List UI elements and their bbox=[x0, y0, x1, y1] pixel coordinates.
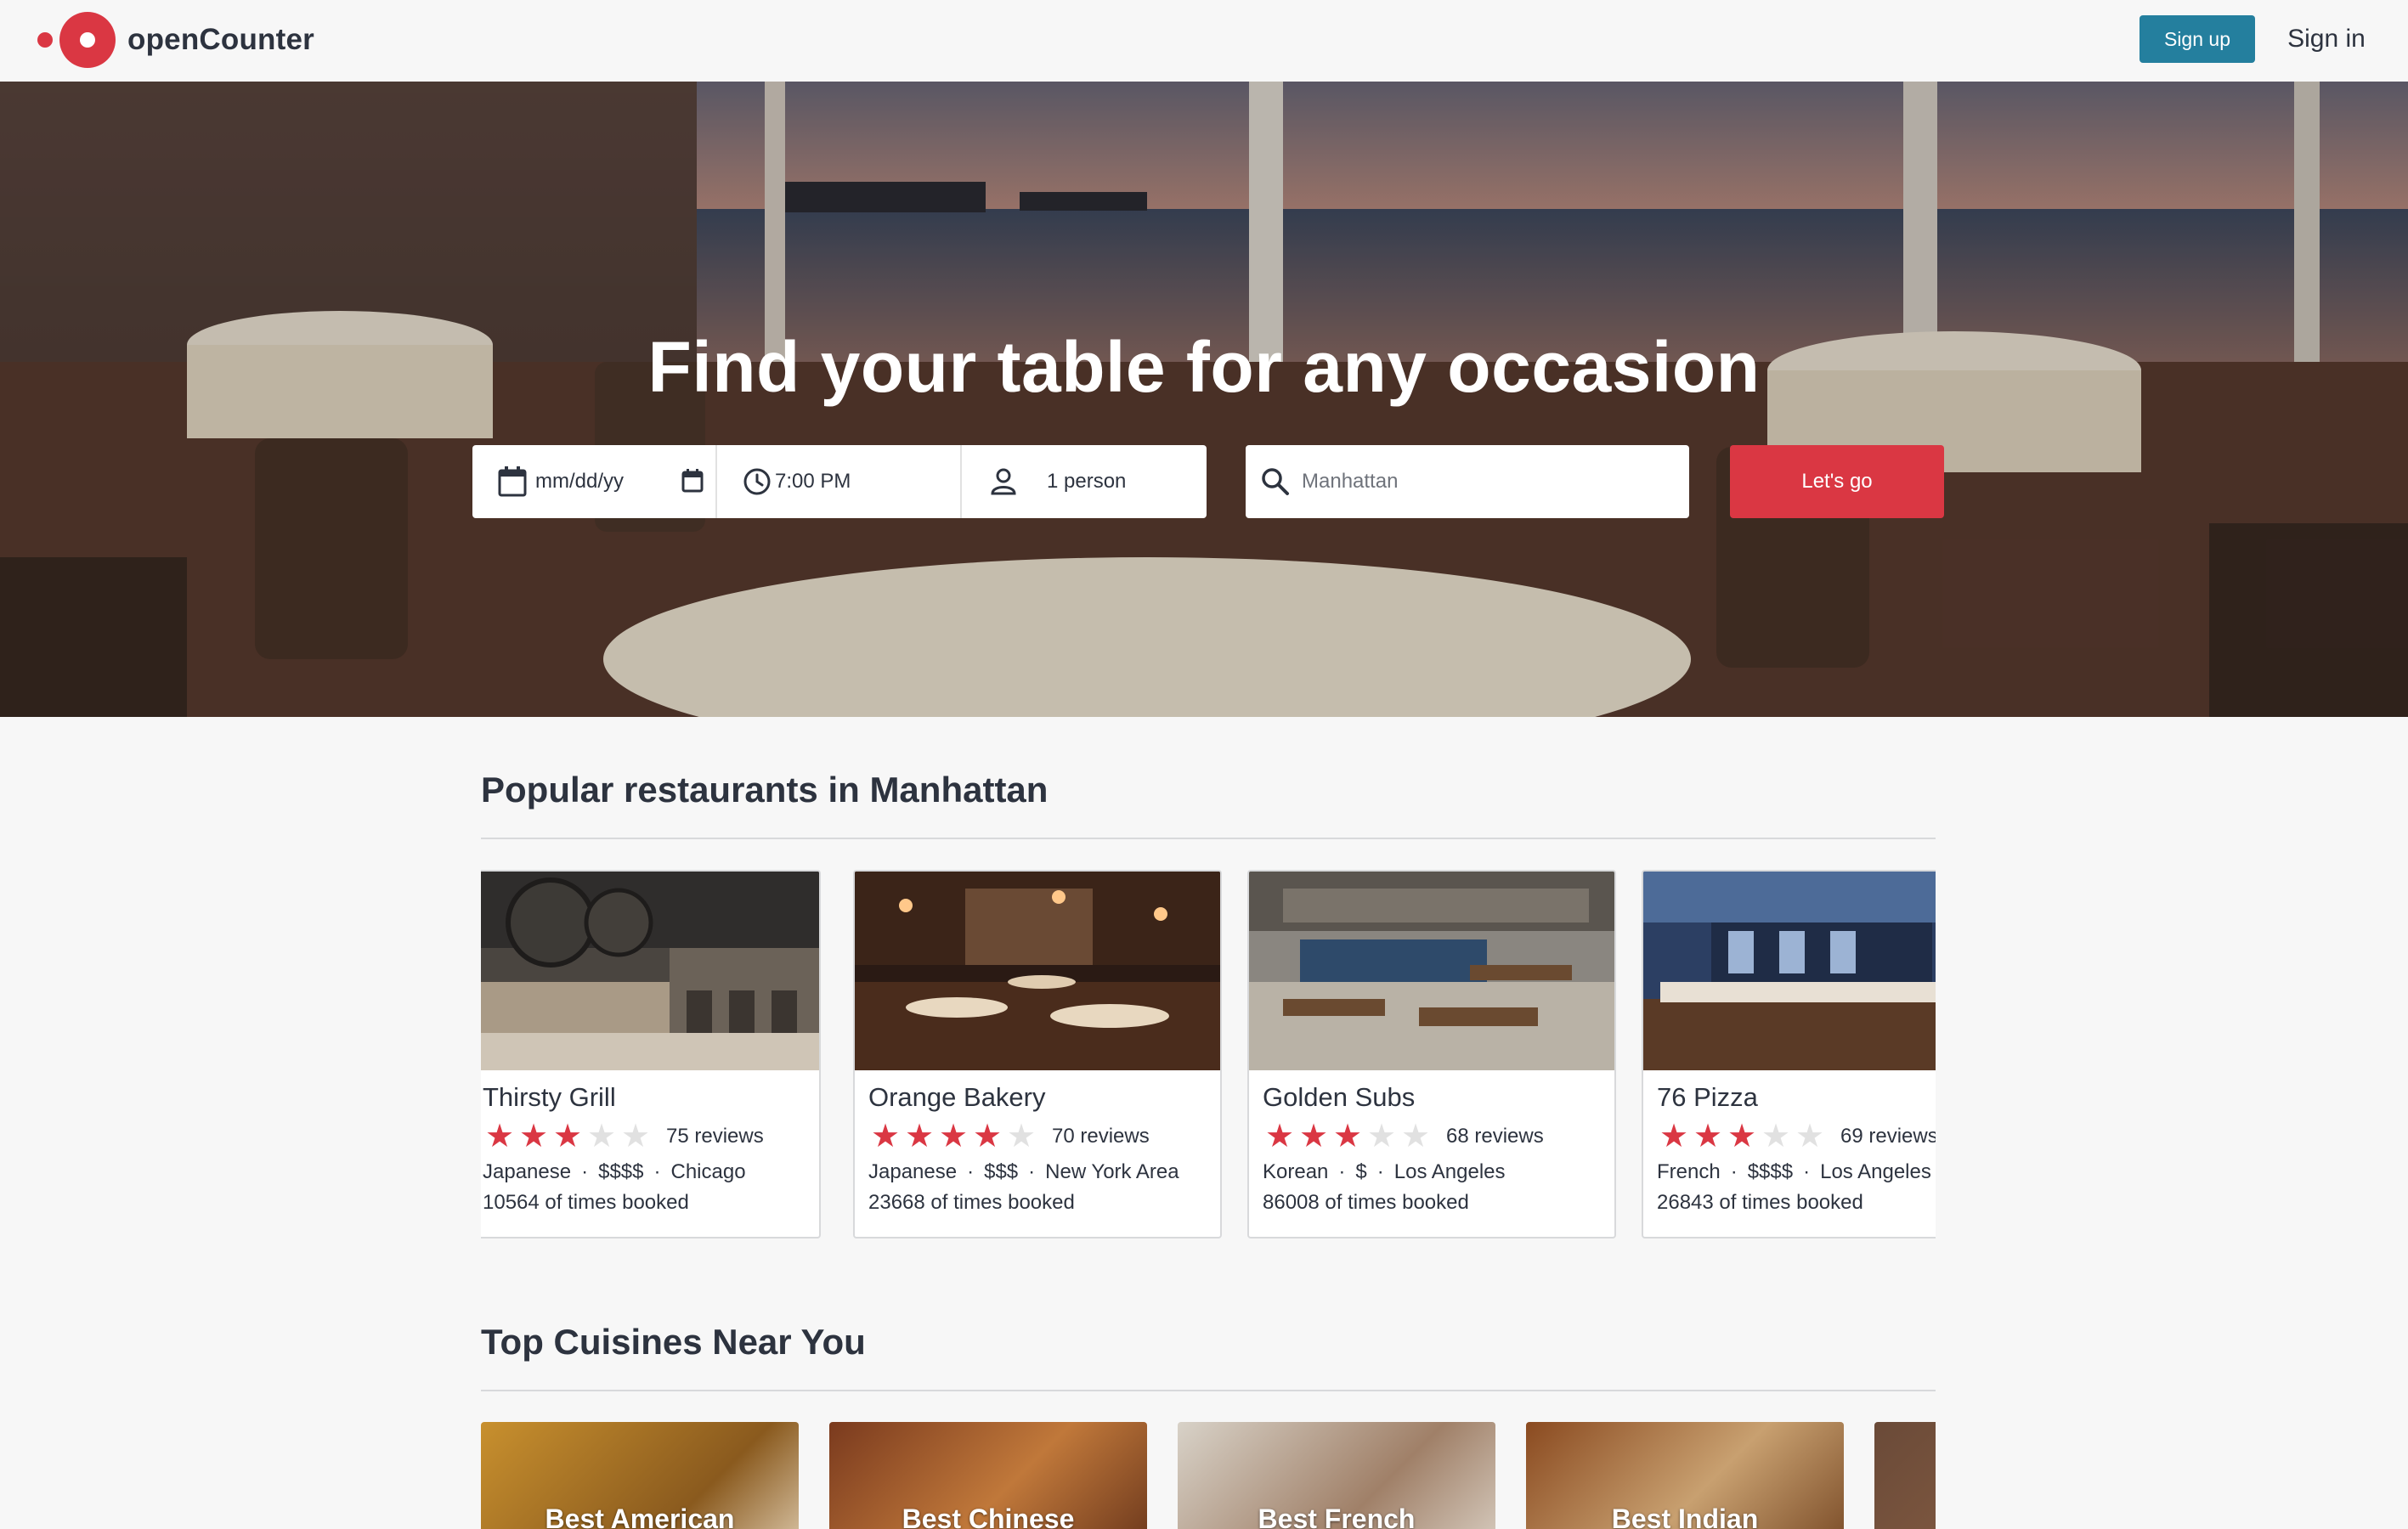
star-icon: ★ bbox=[904, 1119, 935, 1154]
price-label: $$$$ bbox=[598, 1160, 644, 1183]
review-count: 68 reviews bbox=[1446, 1125, 1544, 1148]
restaurant-photo bbox=[1643, 872, 1936, 1070]
logo[interactable]: openCounter bbox=[37, 10, 314, 70]
star-icon: ★ bbox=[938, 1119, 969, 1154]
review-count: 69 reviews bbox=[1840, 1125, 1936, 1148]
restaurant-name[interactable]: Golden Subs bbox=[1263, 1082, 1606, 1116]
cuisine-carousel: Best American Best Chinese Best French B… bbox=[481, 1422, 1936, 1529]
restaurant-card[interactable]: Orange Bakery ★ ★ ★ ★ ★ 70 reviews Japan… bbox=[853, 870, 1222, 1238]
party-size-picker[interactable]: 1 person bbox=[960, 445, 1207, 518]
star-rating: ★ ★ ★ ★ ★ 70 reviews bbox=[868, 1119, 1212, 1154]
cuisine-card-label: Best Chinese bbox=[902, 1504, 1075, 1529]
review-count: 70 reviews bbox=[1052, 1125, 1150, 1148]
star-icon: ★ bbox=[1366, 1119, 1397, 1154]
location-search-input[interactable]: Manhattan bbox=[1246, 445, 1689, 518]
cuisine-card-indian[interactable]: Best Indian bbox=[1526, 1422, 1844, 1529]
star-rating: ★ ★ ★ ★ ★ 69 reviews bbox=[1657, 1119, 1936, 1154]
clock-icon bbox=[743, 468, 771, 495]
restaurant-meta: Korean · $ · Los Angeles bbox=[1263, 1160, 1506, 1183]
star-icon: ★ bbox=[484, 1119, 515, 1154]
price-label: $ bbox=[1355, 1160, 1367, 1183]
party-size-value: 1 person bbox=[1047, 470, 1127, 493]
star-rating: ★ ★ ★ ★ ★ 75 reviews bbox=[483, 1119, 811, 1154]
search-icon bbox=[1262, 468, 1289, 495]
hero-title: Find your table for any occasion bbox=[647, 327, 1761, 407]
date-picker[interactable]: mm/dd/yy bbox=[472, 445, 715, 518]
restaurant-photo bbox=[481, 872, 819, 1070]
price-label: $$$ bbox=[984, 1160, 1019, 1183]
time-picker[interactable]: 7:00 PM bbox=[715, 445, 960, 518]
star-icon: ★ bbox=[1795, 1119, 1825, 1154]
booking-count: 26843 of times booked bbox=[1657, 1191, 1863, 1214]
review-count: 75 reviews bbox=[666, 1125, 764, 1148]
cuisine-label: Japanese bbox=[868, 1160, 958, 1183]
location-label: Los Angeles bbox=[1393, 1160, 1506, 1183]
calendar-picker-icon[interactable] bbox=[681, 469, 704, 493]
location-label: Los Angeles bbox=[1820, 1160, 1931, 1183]
star-icon: ★ bbox=[586, 1119, 617, 1154]
star-icon: ★ bbox=[1298, 1119, 1329, 1154]
star-icon: ★ bbox=[1400, 1119, 1431, 1154]
star-icon: ★ bbox=[870, 1119, 901, 1154]
sign-up-button[interactable]: Sign up bbox=[2140, 15, 2255, 63]
cuisine-label: Korean bbox=[1263, 1160, 1329, 1183]
price-label: $$$$ bbox=[1747, 1160, 1794, 1183]
restaurant-name[interactable]: 76 Pizza bbox=[1657, 1082, 1936, 1116]
location-placeholder: Manhattan bbox=[1302, 470, 1399, 493]
time-value: 7:00 PM bbox=[775, 470, 851, 493]
reservation-search-bar: mm/dd/yy 7:00 PM 1 person bbox=[472, 445, 1207, 518]
cuisine-card-american[interactable]: Best American bbox=[481, 1422, 799, 1529]
cuisine-card-chinese[interactable]: Best Chinese bbox=[829, 1422, 1147, 1529]
restaurant-name[interactable]: Thirsty Grill bbox=[483, 1082, 811, 1116]
star-icon: ★ bbox=[1727, 1119, 1757, 1154]
cuisine-card-label: Best American bbox=[545, 1504, 735, 1529]
location-label: New York Area bbox=[1045, 1160, 1179, 1183]
location-label: Chicago bbox=[670, 1160, 746, 1183]
cuisine-card-label: Best French bbox=[1258, 1504, 1416, 1529]
star-icon: ★ bbox=[552, 1119, 583, 1154]
restaurant-name[interactable]: Orange Bakery bbox=[868, 1082, 1212, 1116]
cuisine-label: French bbox=[1657, 1160, 1721, 1183]
cuisine-card-more[interactable] bbox=[1874, 1422, 1936, 1529]
star-icon: ★ bbox=[1659, 1119, 1689, 1154]
restaurant-card[interactable]: 76 Pizza ★ ★ ★ ★ ★ 69 reviews French · $$$… bbox=[1642, 870, 1936, 1238]
restaurant-card[interactable]: Thirsty Grill ★ ★ ★ ★ ★ 75 reviews Japan… bbox=[481, 870, 821, 1238]
popular-section-title: Popular restaurants in Manhattan bbox=[481, 770, 1049, 810]
restaurant-meta: Japanese · $$$$ · Chicago bbox=[483, 1160, 746, 1183]
sign-in-link[interactable]: Sign in bbox=[2267, 15, 2386, 63]
star-icon: ★ bbox=[1693, 1119, 1723, 1154]
person-icon bbox=[991, 468, 1016, 495]
booking-count: 10564 of times booked bbox=[483, 1191, 689, 1214]
restaurant-card[interactable]: Golden Subs ★ ★ ★ ★ ★ 68 reviews Korean ·… bbox=[1247, 870, 1616, 1238]
cuisine-card-label: Best Indian bbox=[1611, 1504, 1759, 1529]
star-icon: ★ bbox=[1006, 1119, 1037, 1154]
calendar-icon bbox=[498, 466, 527, 497]
restaurant-meta: French · $$$$ · Los Angeles bbox=[1657, 1160, 1931, 1183]
star-icon: ★ bbox=[1761, 1119, 1791, 1154]
star-icon: ★ bbox=[620, 1119, 651, 1154]
lets-go-button[interactable]: Let's go bbox=[1730, 445, 1944, 518]
section-divider bbox=[481, 838, 1936, 839]
star-icon: ★ bbox=[1264, 1119, 1295, 1154]
section-divider bbox=[481, 1390, 1936, 1391]
logo-mark-icon bbox=[59, 12, 116, 68]
cuisine-card-french[interactable]: Best French bbox=[1178, 1422, 1495, 1529]
date-input[interactable]: mm/dd/yy bbox=[535, 470, 624, 494]
restaurant-meta: Japanese · $$$ · New York Area bbox=[868, 1160, 1179, 1183]
star-rating: ★ ★ ★ ★ ★ 68 reviews bbox=[1263, 1119, 1606, 1154]
restaurant-photo bbox=[855, 872, 1220, 1070]
top-nav: openCounter Sign up Sign in bbox=[0, 0, 2408, 82]
booking-count: 86008 of times booked bbox=[1263, 1191, 1469, 1214]
logo-dot-icon bbox=[37, 32, 53, 48]
hero-banner: Find your table for any occasion mm/dd/y… bbox=[0, 82, 2408, 717]
star-icon: ★ bbox=[972, 1119, 1003, 1154]
cuisines-section-title: Top Cuisines Near You bbox=[481, 1322, 866, 1362]
logo-text: openCounter bbox=[127, 23, 314, 56]
star-icon: ★ bbox=[1332, 1119, 1363, 1154]
restaurant-photo bbox=[1249, 872, 1614, 1070]
cuisine-label: Japanese bbox=[483, 1160, 572, 1183]
star-icon: ★ bbox=[518, 1119, 549, 1154]
restaurant-carousel: Thirsty Grill ★ ★ ★ ★ ★ 75 reviews Japan… bbox=[481, 870, 1936, 1238]
booking-count: 23668 of times booked bbox=[868, 1191, 1075, 1214]
